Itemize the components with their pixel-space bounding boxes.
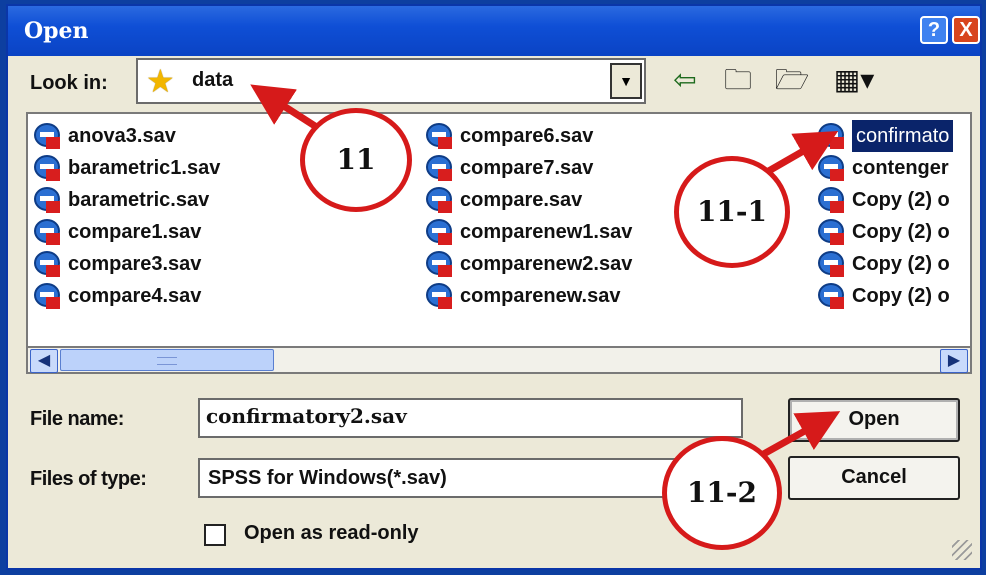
annotation-arrows [250,84,841,460]
annotation-callout-11-2: 11-2 [662,436,782,550]
arrow-to-look-in [250,84,320,131]
arrow-to-open-button [758,411,841,460]
annotation-callout-11-1: 11-1 [674,156,790,268]
annotation-callout-11: 11 [300,108,412,212]
